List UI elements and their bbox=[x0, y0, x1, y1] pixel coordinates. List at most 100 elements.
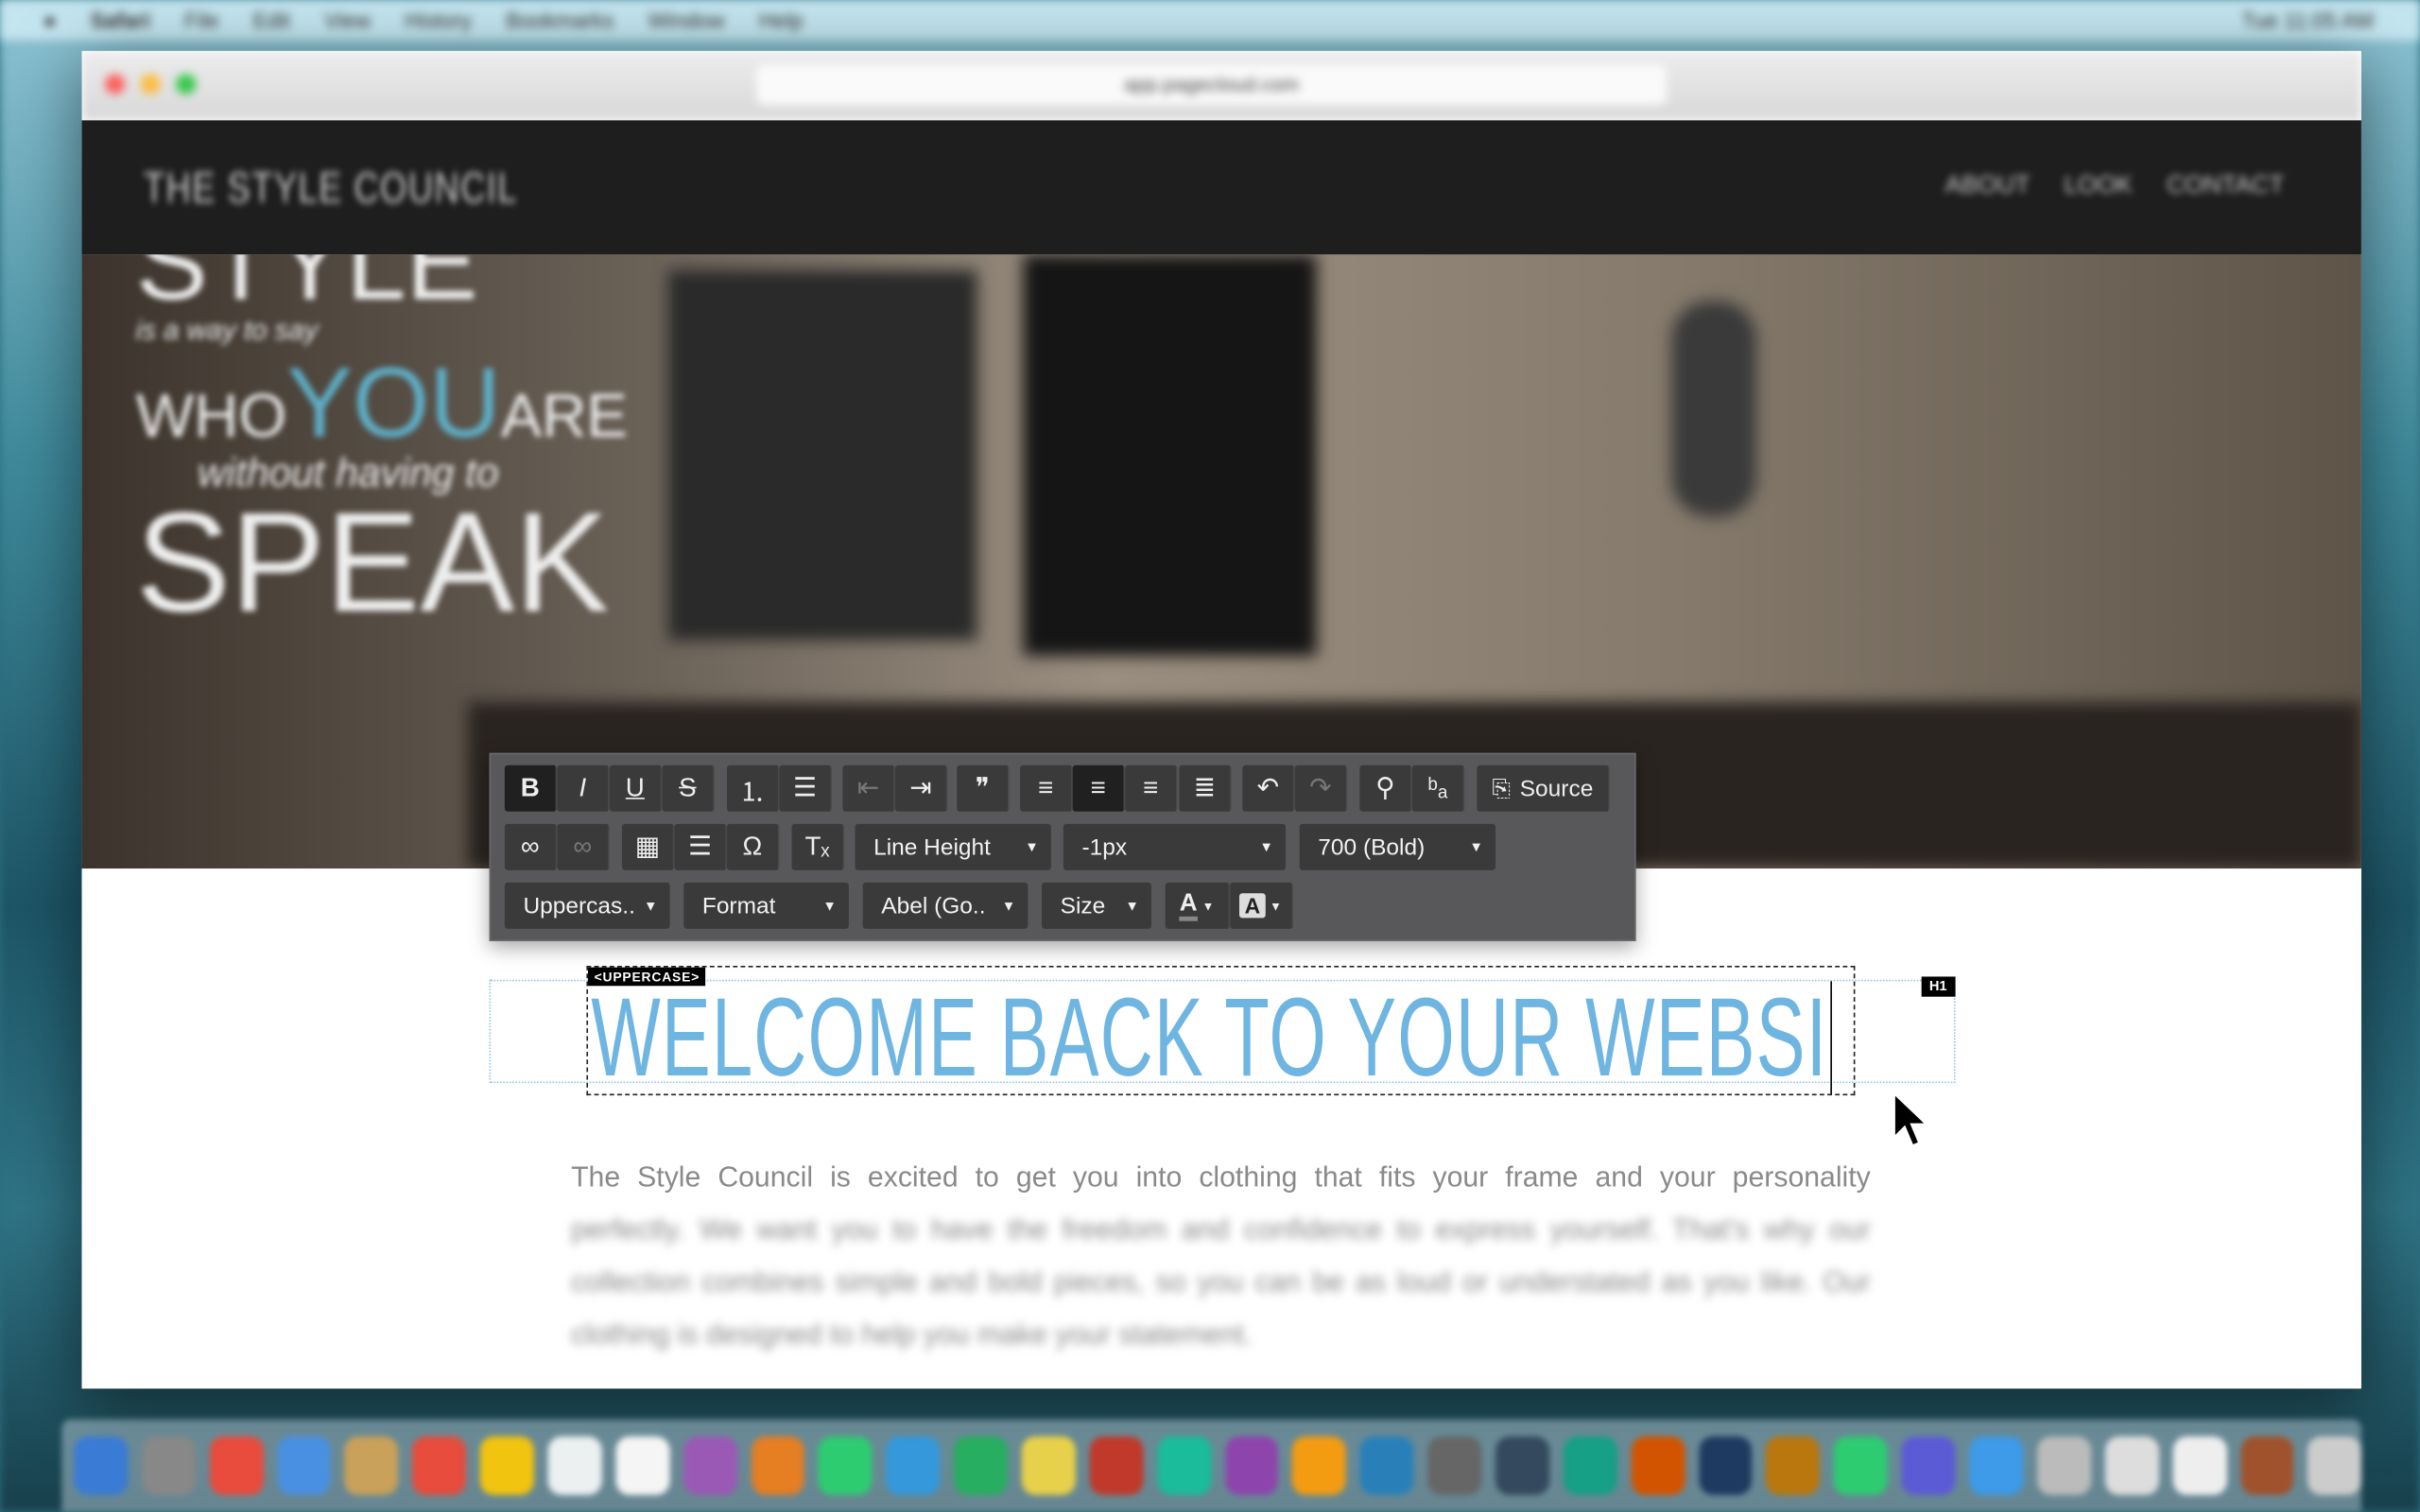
dock-app-icon[interactable] bbox=[1292, 1435, 1347, 1496]
unlink-button[interactable]: ∞ bbox=[557, 823, 610, 870]
bold-button[interactable]: B bbox=[504, 765, 558, 812]
background-color-button[interactable]: A ▼ bbox=[1230, 882, 1294, 929]
letter-spacing-dropdown[interactable]: -1px ▼ bbox=[1063, 823, 1286, 870]
align-right-button[interactable]: ≡ bbox=[1125, 765, 1178, 812]
dock-app-icon[interactable] bbox=[2172, 1435, 2227, 1496]
dock-app-icon[interactable] bbox=[954, 1435, 1009, 1496]
text-transform-dropdown[interactable]: Uppercas.. ▼ bbox=[504, 882, 670, 929]
dock-app-icon[interactable] bbox=[2104, 1435, 2159, 1496]
dock-app-icon[interactable] bbox=[1157, 1435, 1211, 1496]
menu-edit[interactable]: Edit bbox=[253, 8, 290, 32]
dock-app-icon[interactable] bbox=[1021, 1435, 1076, 1496]
dock-app-icon[interactable] bbox=[2308, 1435, 2362, 1496]
dock-app-icon[interactable] bbox=[344, 1435, 399, 1496]
address-bar[interactable]: app.pagecloud.com bbox=[755, 64, 1668, 106]
dock-app-icon[interactable] bbox=[683, 1435, 737, 1496]
body-paragraph[interactable]: The Style Council is excited to get you … bbox=[571, 1151, 1871, 1361]
caret-down-icon: ▼ bbox=[1259, 839, 1273, 855]
menu-window[interactable]: Window bbox=[648, 8, 724, 32]
dock-app-icon[interactable] bbox=[2239, 1435, 2294, 1496]
menu-help[interactable]: Help bbox=[759, 8, 804, 32]
source-button[interactable]: ⎘ Source bbox=[1477, 765, 1610, 812]
close-button[interactable] bbox=[105, 74, 126, 94]
blockquote-button[interactable]: ❞ bbox=[957, 765, 1010, 812]
dock-app-icon[interactable] bbox=[1359, 1435, 1414, 1496]
dock-app-icon[interactable] bbox=[751, 1435, 805, 1496]
indent-button[interactable]: ⇥ bbox=[894, 765, 948, 812]
hero-line: SPEAK bbox=[135, 484, 610, 643]
special-char-button[interactable]: Ω bbox=[726, 823, 780, 870]
bulleted-list-button[interactable]: ☰ bbox=[779, 765, 832, 812]
nav-look[interactable]: LOOK bbox=[2064, 173, 2133, 200]
undo-button[interactable]: ↶ bbox=[1242, 765, 1295, 812]
dock-app-icon[interactable] bbox=[1901, 1435, 1956, 1496]
format-dropdown[interactable]: Format ▼ bbox=[683, 882, 849, 929]
bulleted-list-icon: ☰ bbox=[792, 772, 817, 802]
menu-file[interactable]: File bbox=[184, 8, 219, 32]
dock-app-icon[interactable] bbox=[819, 1435, 873, 1496]
dock-app-icon[interactable] bbox=[1427, 1435, 1482, 1496]
redo-button[interactable]: ↷ bbox=[1294, 765, 1348, 812]
strikethrough-button[interactable]: S bbox=[662, 765, 715, 812]
underline-button[interactable]: U bbox=[609, 765, 663, 812]
zoom-button[interactable] bbox=[176, 74, 197, 94]
font-size-dropdown[interactable]: Size ▼ bbox=[1042, 882, 1151, 929]
table-icon: ▦ bbox=[634, 831, 661, 862]
text-color-button[interactable]: A ▼ bbox=[1165, 882, 1231, 929]
dock-app-icon[interactable] bbox=[615, 1435, 670, 1496]
line-height-dropdown[interactable]: Line Height ▼ bbox=[855, 823, 1051, 870]
dock-app-icon[interactable] bbox=[480, 1435, 534, 1496]
indent-icon: ⇥ bbox=[909, 772, 932, 802]
align-justify-button[interactable]: ≣ bbox=[1179, 765, 1232, 812]
numbered-list-button[interactable]: ⒈ bbox=[726, 765, 780, 812]
align-center-button[interactable]: ≡ bbox=[1072, 765, 1126, 812]
menu-app[interactable]: Safari bbox=[90, 8, 150, 32]
menu-bookmarks[interactable]: Bookmarks bbox=[506, 8, 614, 32]
hero-text: STYLE is a way to say WHOYOUARE without … bbox=[136, 254, 628, 634]
heading-text[interactable]: WELCOME BACK TO YOUR WEBSI bbox=[591, 975, 1827, 1102]
dock-app-icon[interactable] bbox=[1969, 1435, 2024, 1496]
redo-icon: ↷ bbox=[1309, 772, 1332, 802]
bold-icon: B bbox=[520, 772, 540, 802]
minimize-button[interactable] bbox=[140, 74, 161, 94]
table-button[interactable]: ▦ bbox=[621, 823, 675, 870]
link-button[interactable]: ∞ bbox=[504, 823, 558, 870]
apple-icon[interactable]: ● bbox=[43, 8, 57, 32]
dock-app-icon[interactable] bbox=[412, 1435, 467, 1496]
nav-contact[interactable]: CONTACT bbox=[2167, 173, 2284, 200]
dock-app-icon[interactable] bbox=[1224, 1435, 1279, 1496]
menu-history[interactable]: History bbox=[405, 8, 472, 32]
site-nav: ABOUT LOOK CONTACT bbox=[1945, 173, 2285, 200]
font-weight-dropdown[interactable]: 700 (Bold) ▼ bbox=[1299, 823, 1496, 870]
dock-app-icon[interactable] bbox=[1698, 1435, 1753, 1496]
dock-app-icon[interactable] bbox=[209, 1435, 264, 1496]
dock-app-icon[interactable] bbox=[1563, 1435, 1617, 1496]
dock-app-icon[interactable] bbox=[1089, 1435, 1144, 1496]
dock-app-icon[interactable] bbox=[1631, 1435, 1685, 1496]
font-family-dropdown[interactable]: Abel (Go.. ▼ bbox=[862, 882, 1028, 929]
dock-app-icon[interactable] bbox=[74, 1435, 129, 1496]
remove-format-button[interactable]: Tₓ bbox=[791, 823, 845, 870]
menu-view[interactable]: View bbox=[324, 8, 371, 32]
uppercase-tag-badge: <UPPERCASE> bbox=[588, 967, 706, 987]
horizontal-rule-button[interactable]: ☰ bbox=[674, 823, 727, 870]
dock-app-icon[interactable] bbox=[2036, 1435, 2091, 1496]
source-label: Source bbox=[1519, 775, 1594, 802]
dock-app-icon[interactable] bbox=[277, 1435, 332, 1496]
site-logo[interactable]: THE STYLE COUNCIL bbox=[144, 163, 518, 213]
clock[interactable]: Tue 11:05 AM bbox=[2241, 8, 2374, 32]
italic-button[interactable]: I bbox=[557, 765, 610, 812]
dock-app-icon[interactable] bbox=[1766, 1435, 1821, 1496]
align-left-button[interactable]: ≡ bbox=[1020, 765, 1073, 812]
replace-button[interactable]: ᵇₐ bbox=[1411, 765, 1465, 812]
dock-app-icon[interactable] bbox=[141, 1435, 196, 1496]
outdent-button[interactable]: ⇤ bbox=[842, 765, 895, 812]
dock-app-icon[interactable] bbox=[886, 1435, 941, 1496]
dock-app-icon[interactable] bbox=[547, 1435, 602, 1496]
nav-about[interactable]: ABOUT bbox=[1945, 173, 2031, 200]
hero-line: ARE bbox=[500, 382, 629, 451]
find-button[interactable]: ⚲ bbox=[1359, 765, 1412, 812]
dock-app-icon[interactable] bbox=[1834, 1435, 1889, 1496]
hero-board-shape bbox=[1671, 301, 1756, 517]
dock-app-icon[interactable] bbox=[1495, 1435, 1550, 1496]
